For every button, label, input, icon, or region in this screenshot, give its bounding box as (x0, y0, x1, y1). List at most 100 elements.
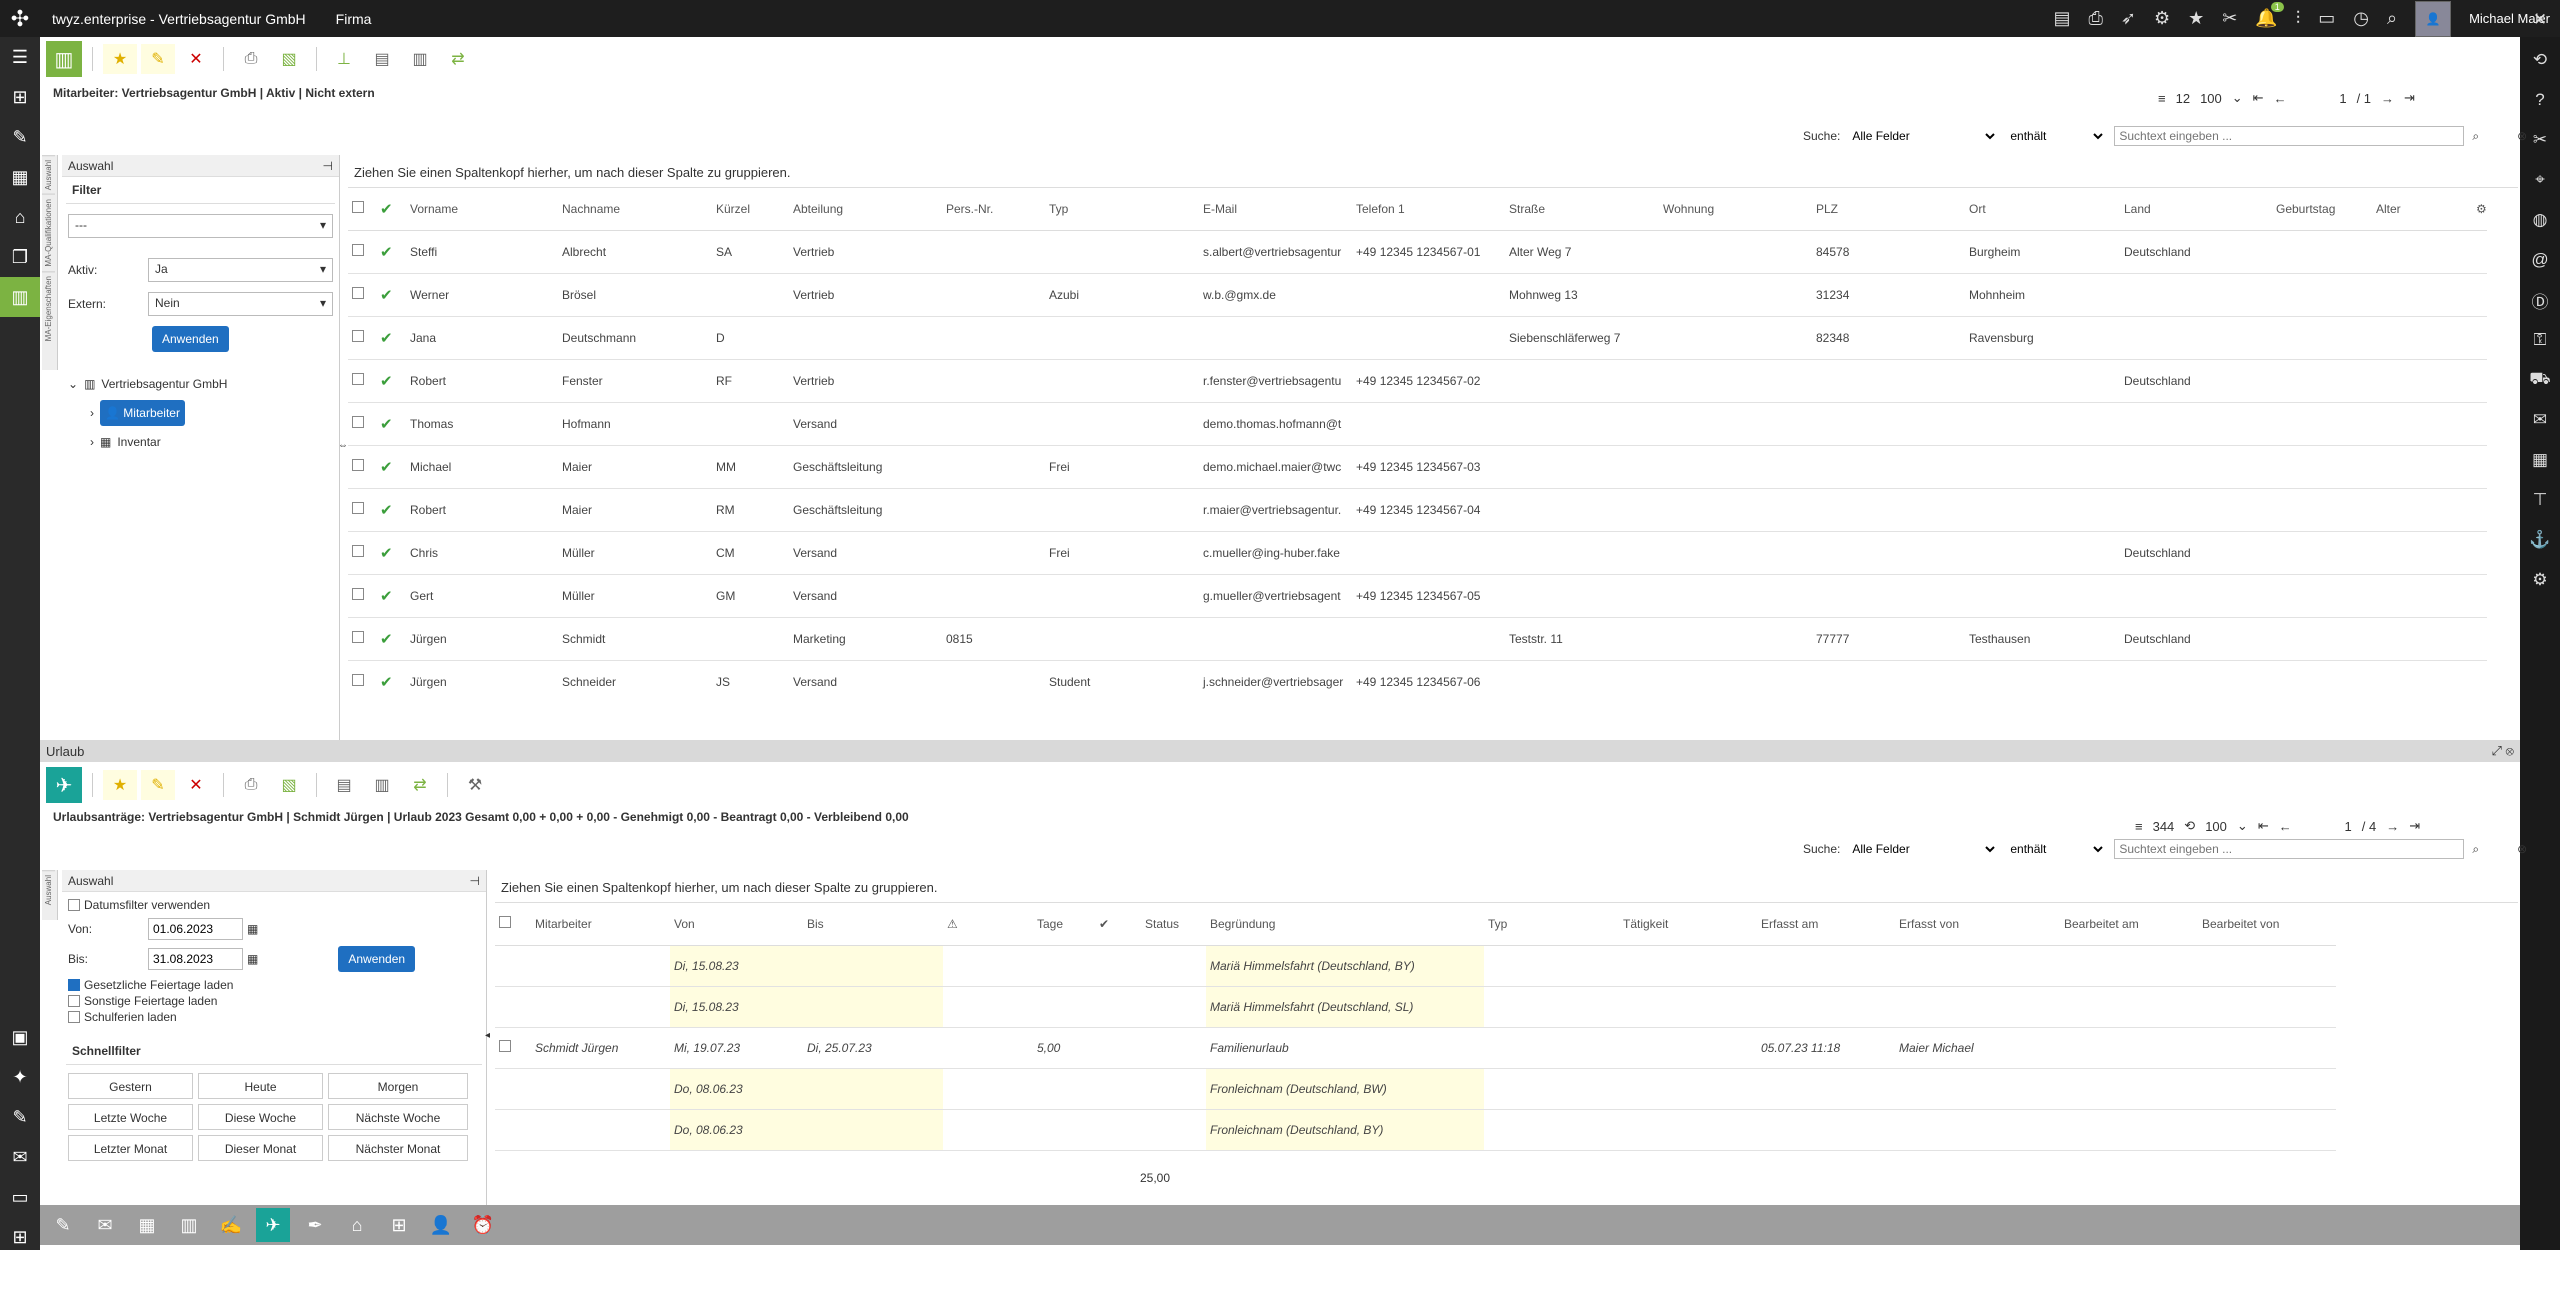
splitter-handle-icon[interactable]: ⇔ (338, 440, 348, 451)
select-all-checkbox[interactable] (495, 903, 531, 946)
table-delete-icon[interactable]: ▥ (365, 770, 399, 800)
col-header[interactable]: Wohnung (1659, 188, 1812, 231)
col-header[interactable]: Mitarbeiter (531, 903, 670, 946)
news-icon[interactable]: ▤ (2053, 8, 2070, 29)
search-field-select[interactable]: Alle Felder (1848, 128, 1999, 144)
row-checkbox[interactable] (348, 488, 376, 532)
org-icon[interactable]: ⊞ (0, 77, 40, 117)
search-icon[interactable]: ⌕ (2472, 842, 2479, 857)
row-checkbox[interactable] (495, 1027, 531, 1069)
delete-icon[interactable]: ✕ (179, 770, 213, 800)
print-icon[interactable]: ⎙ (2088, 8, 2102, 29)
globe-icon[interactable]: ◍ (2520, 200, 2560, 240)
cb-schulferien[interactable] (68, 1011, 80, 1023)
tree-root[interactable]: ⌄ ▥ Vertriebsagentur GmbH (68, 372, 333, 396)
col-header[interactable]: Telefon 1 (1352, 188, 1505, 231)
quickfilter-button[interactable]: Gestern (68, 1073, 193, 1099)
gallery-icon[interactable]: ▦ (2520, 440, 2560, 480)
task-mail-icon[interactable]: ✉ (88, 1208, 122, 1242)
col-header[interactable]: Alter (2372, 188, 2472, 231)
close-icon[interactable]: ✕ (2520, 0, 2560, 40)
col-header[interactable]: ⚠ (943, 903, 1033, 946)
row-checkbox[interactable] (495, 1068, 531, 1110)
print-icon[interactable]: ⎙ (234, 44, 268, 74)
task-doc-icon[interactable]: ✍ (214, 1208, 248, 1242)
prev-page-icon[interactable]: ← (2274, 91, 2287, 106)
task-building-icon[interactable]: ⌂ (340, 1208, 374, 1242)
row-checkbox[interactable] (348, 402, 376, 446)
select-all-checkbox[interactable] (348, 188, 376, 231)
attachment-icon[interactable] (2472, 531, 2487, 575)
row-checkbox[interactable] (348, 617, 376, 661)
filter-preset-select[interactable]: --- ▾ (68, 214, 333, 238)
favorite-icon[interactable]: ★ (103, 44, 137, 74)
vtab-auswahl[interactable]: Auswahl (42, 155, 55, 195)
table-row[interactable]: ✔ Michael Maier MM Geschäftsleitung Frei demo.… (348, 445, 2487, 489)
page-size-chevron-icon[interactable]: ⌄ (2237, 818, 2248, 834)
cb-sonstige-feiertage[interactable] (68, 995, 80, 1007)
truck-icon[interactable]: ⛟ (2520, 360, 2560, 400)
chart-icon[interactable]: ▥ (0, 277, 40, 317)
at-icon[interactable]: @ (2520, 240, 2560, 280)
hamburger-icon[interactable]: ☰ (0, 37, 40, 77)
table-row[interactable]: ✔ Jana Deutschmann D Siebenschläferweg 7 8234… (348, 316, 2487, 360)
attachment-icon[interactable] (2472, 273, 2487, 317)
task-orgchart-icon[interactable]: ⊞ (382, 1208, 416, 1242)
col-header[interactable]: Erfasst von (1895, 903, 2060, 946)
mail-icon[interactable]: ✉ (0, 1137, 40, 1177)
row-checkbox[interactable] (495, 945, 531, 987)
vtab-auswahl[interactable]: Auswahl (42, 870, 55, 910)
aktiv-select[interactable]: Ja ▾ (148, 258, 333, 282)
col-header[interactable]: Land (2120, 188, 2272, 231)
datefilter-checkbox[interactable] (68, 899, 80, 911)
table-row[interactable]: Di, 15.08.23 Mariä Himmelsfahrt (Deutschl… (495, 986, 2336, 1028)
quickfilter-button[interactable]: Letzte Woche (68, 1104, 193, 1130)
vtab-qualifikationen[interactable]: MA-Qualifikationen (42, 194, 55, 271)
splitter-handle-icon[interactable]: ◂ (485, 1030, 490, 1041)
page-size-chevron-icon[interactable]: ⌄ (2232, 90, 2243, 106)
attachment-icon[interactable] (2472, 660, 2487, 700)
col-header[interactable]: Tage (1033, 903, 1095, 946)
attachment-icon[interactable] (2472, 488, 2487, 532)
extern-select[interactable]: Nein ▾ (148, 292, 333, 316)
task-plane-icon[interactable]: ✈ (256, 1208, 290, 1242)
row-checkbox[interactable] (348, 316, 376, 360)
col-header[interactable]: Abteilung (789, 188, 942, 231)
search-icon[interactable]: ⌕ (2387, 8, 2397, 29)
table-icon[interactable]: ▤ (327, 770, 361, 800)
edit-pencil-icon[interactable]: ✎ (141, 44, 175, 74)
sync-icon[interactable]: ⇄ (441, 44, 475, 74)
cube-icon[interactable]: ▣ (0, 1017, 40, 1057)
col-header[interactable]: Von (670, 903, 803, 946)
task-gallery-icon[interactable]: ▦ (130, 1208, 164, 1242)
pin-icon[interactable]: ⊣ (323, 159, 333, 173)
tag-icon[interactable]: ⌂ (0, 197, 40, 237)
col-header[interactable]: Bis (803, 903, 943, 946)
quickfilter-button[interactable]: Nächster Monat (328, 1135, 468, 1161)
orgchart-icon[interactable]: ⊥ (327, 44, 361, 74)
last-page-icon[interactable]: ⇥ (2404, 90, 2415, 106)
col-header[interactable]: Pers.-Nr. (942, 188, 1045, 231)
card-icon[interactable]: ▭ (0, 1177, 40, 1217)
table-row[interactable]: ✔ Jürgen Schmidt Marketing 0815 Teststr. 11 77… (348, 617, 2487, 661)
tools-icon[interactable]: ✂ (2222, 8, 2237, 29)
row-checkbox[interactable] (348, 273, 376, 317)
bell-icon[interactable]: 🔔 1 (2255, 2, 2284, 29)
rocket-icon[interactable]: ➶ (2121, 8, 2136, 29)
quickfilter-button[interactable]: Diese Woche (198, 1104, 323, 1130)
table-delete-icon[interactable]: ▥ (403, 44, 437, 74)
tree-item-mitarbeiter[interactable]: › 👤 Mitarbeiter (90, 396, 333, 430)
refresh-icon[interactable]: ⟲ (2520, 40, 2560, 80)
task-edit-icon[interactable]: ✎ (46, 1208, 80, 1242)
search-field-select[interactable]: Alle Felder (1848, 841, 1999, 857)
quickfilter-button[interactable]: Morgen (328, 1073, 468, 1099)
col-header[interactable]: Ort (1965, 188, 2120, 231)
bis-date-input[interactable] (148, 948, 243, 970)
maximize-icon[interactable]: ⤢ (2491, 743, 2501, 758)
settings-user-icon[interactable]: ⚙ (2520, 560, 2560, 600)
org2-icon[interactable]: ⊞ (0, 1217, 40, 1257)
table-row[interactable]: ✔ Steffi Albrecht SA Vertrieb s.albert@vertri… (348, 230, 2487, 274)
first-page-icon[interactable]: ⇤ (2258, 818, 2269, 834)
table-row[interactable]: ✔ Robert Maier RM Geschäftsleitung r.maier@ve… (348, 488, 2487, 532)
col-header[interactable]: Geburtstag (2272, 188, 2372, 231)
